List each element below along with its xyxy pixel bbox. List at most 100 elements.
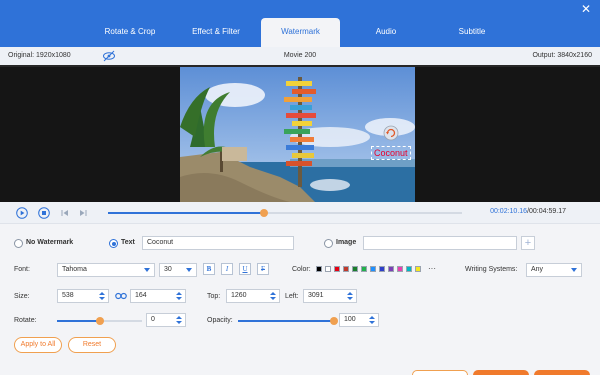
no-watermark-radio[interactable] — [14, 239, 23, 248]
preview-pane-left — [0, 67, 180, 202]
rotate-value: 0 — [151, 316, 155, 323]
chevron-down-icon — [144, 268, 150, 272]
rotate-stepper[interactable]: 0 — [146, 313, 186, 327]
no-watermark-label: No Watermark — [26, 239, 74, 246]
color-swatch[interactable] — [316, 266, 322, 272]
opacity-label: Opacity: — [207, 317, 233, 324]
width-value: 538 — [62, 292, 74, 299]
tab-rotate-crop[interactable]: Rotate & Crop — [88, 18, 172, 47]
play-icon[interactable] — [16, 207, 28, 219]
total-time: 00:04:59.17 — [529, 208, 566, 215]
image-watermark-label: Image — [336, 239, 357, 246]
rotate-slider-handle[interactable] — [95, 317, 104, 325]
color-swatch[interactable] — [370, 266, 376, 272]
chevron-down-icon — [186, 268, 192, 272]
apply-button-edge[interactable] — [534, 370, 590, 375]
reset-button[interactable]: Reset — [68, 337, 116, 353]
color-swatch[interactable] — [361, 266, 367, 272]
top-stepper[interactable]: 1260 — [226, 289, 280, 303]
left-stepper[interactable]: 3091 — [303, 289, 357, 303]
tab-watermark[interactable]: Watermark — [261, 18, 340, 47]
stop-icon[interactable] — [38, 207, 50, 219]
playback-bar: 00:02:10.16/00:04:59.17 — [0, 202, 600, 224]
text-watermark-radio[interactable] — [109, 239, 118, 248]
rotate-slider[interactable] — [57, 317, 142, 325]
decrement-icon[interactable] — [176, 297, 182, 300]
size-label: Size: — [14, 293, 30, 300]
left-value: 3091 — [308, 292, 324, 299]
current-time: 00:02:10.16 — [490, 208, 528, 215]
underline-button[interactable]: U — [239, 263, 251, 275]
close-icon[interactable]: ✕ — [580, 3, 592, 15]
next-frame-icon[interactable] — [77, 207, 89, 219]
cancel-button-edge[interactable] — [473, 370, 529, 375]
height-stepper[interactable]: 164 — [130, 289, 186, 303]
watermark-text-input[interactable]: Coconut — [142, 236, 294, 250]
color-swatch[interactable] — [388, 266, 394, 272]
color-swatch[interactable] — [397, 266, 403, 272]
opacity-slider-handle[interactable] — [330, 317, 338, 325]
decrement-icon[interactable] — [347, 297, 353, 300]
rotate-label: Rotate: — [14, 317, 37, 324]
opacity-slider[interactable] — [238, 317, 338, 325]
progress-track[interactable] — [108, 209, 462, 217]
ok-button-edge[interactable] — [412, 370, 468, 375]
more-colors-button[interactable]: ··· — [428, 264, 436, 273]
output-resolution: Output: 3840x2160 — [532, 52, 592, 59]
text-watermark-label: Text — [121, 239, 135, 246]
preview-pane-right — [415, 67, 600, 202]
previous-frame-icon[interactable] — [59, 207, 71, 219]
editor-header: Rotate & Crop Effect & Filter Watermark … — [0, 0, 600, 47]
increment-icon[interactable] — [270, 292, 276, 295]
top-value: 1260 — [231, 292, 247, 299]
apply-to-all-button[interactable]: Apply to All — [14, 337, 62, 353]
decrement-icon[interactable] — [369, 321, 375, 324]
strikethrough-button[interactable]: F — [257, 263, 269, 275]
color-swatch[interactable] — [406, 266, 412, 272]
writing-systems-dropdown[interactable]: Any — [526, 263, 582, 277]
increment-icon[interactable] — [176, 292, 182, 295]
tab-effect-filter[interactable]: Effect & Filter — [174, 18, 258, 47]
decrement-icon[interactable] — [99, 297, 105, 300]
color-swatch[interactable] — [325, 266, 331, 272]
add-image-button[interactable]: + — [521, 236, 535, 250]
image-watermark-radio[interactable] — [324, 239, 333, 248]
font-dropdown[interactable]: Tahoma — [57, 263, 155, 277]
decrement-icon[interactable] — [270, 297, 276, 300]
image-path-input[interactable] — [363, 236, 517, 250]
top-label: Top: — [207, 293, 221, 300]
color-swatch[interactable] — [334, 266, 340, 272]
color-swatch[interactable] — [343, 266, 349, 272]
video-info-bar: Original: 1920x1080 Movie 200 Output: 38… — [0, 47, 600, 65]
increment-icon[interactable] — [347, 292, 353, 295]
increment-icon[interactable] — [369, 316, 375, 319]
color-swatch[interactable] — [379, 266, 385, 272]
tab-audio[interactable]: Audio — [344, 18, 428, 47]
color-swatch[interactable] — [415, 266, 421, 272]
bold-button[interactable]: B — [203, 263, 215, 275]
height-value: 164 — [135, 292, 147, 299]
italic-button[interactable]: I — [221, 263, 233, 275]
increment-icon[interactable] — [176, 316, 182, 319]
tab-subtitle[interactable]: Subtitle — [430, 18, 514, 47]
rotate-handle-icon[interactable] — [383, 125, 399, 141]
link-aspect-icon[interactable] — [115, 292, 127, 300]
writing-systems-label: Writing Systems: — [465, 266, 518, 273]
progress-fill — [108, 212, 264, 214]
chevron-down-icon — [571, 268, 577, 272]
increment-icon[interactable] — [99, 292, 105, 295]
font-value: Tahoma — [62, 266, 87, 273]
progress-handle[interactable] — [259, 209, 268, 217]
opacity-value: 100 — [344, 316, 356, 323]
watermark-overlay[interactable]: Coconut — [371, 146, 411, 160]
color-swatch[interactable] — [352, 266, 358, 272]
decrement-icon[interactable] — [176, 321, 182, 324]
font-label: Font: — [14, 266, 30, 273]
time-readout: 00:02:10.16/00:04:59.17 — [490, 208, 566, 215]
opacity-stepper[interactable]: 100 — [339, 313, 379, 327]
left-label: Left: — [285, 293, 299, 300]
width-stepper[interactable]: 538 — [57, 289, 109, 303]
watermark-settings: No Watermark Text Coconut Image + Font: … — [0, 225, 600, 375]
video-preview: Coconut — [0, 65, 600, 202]
font-size-dropdown[interactable]: 30 — [159, 263, 197, 277]
